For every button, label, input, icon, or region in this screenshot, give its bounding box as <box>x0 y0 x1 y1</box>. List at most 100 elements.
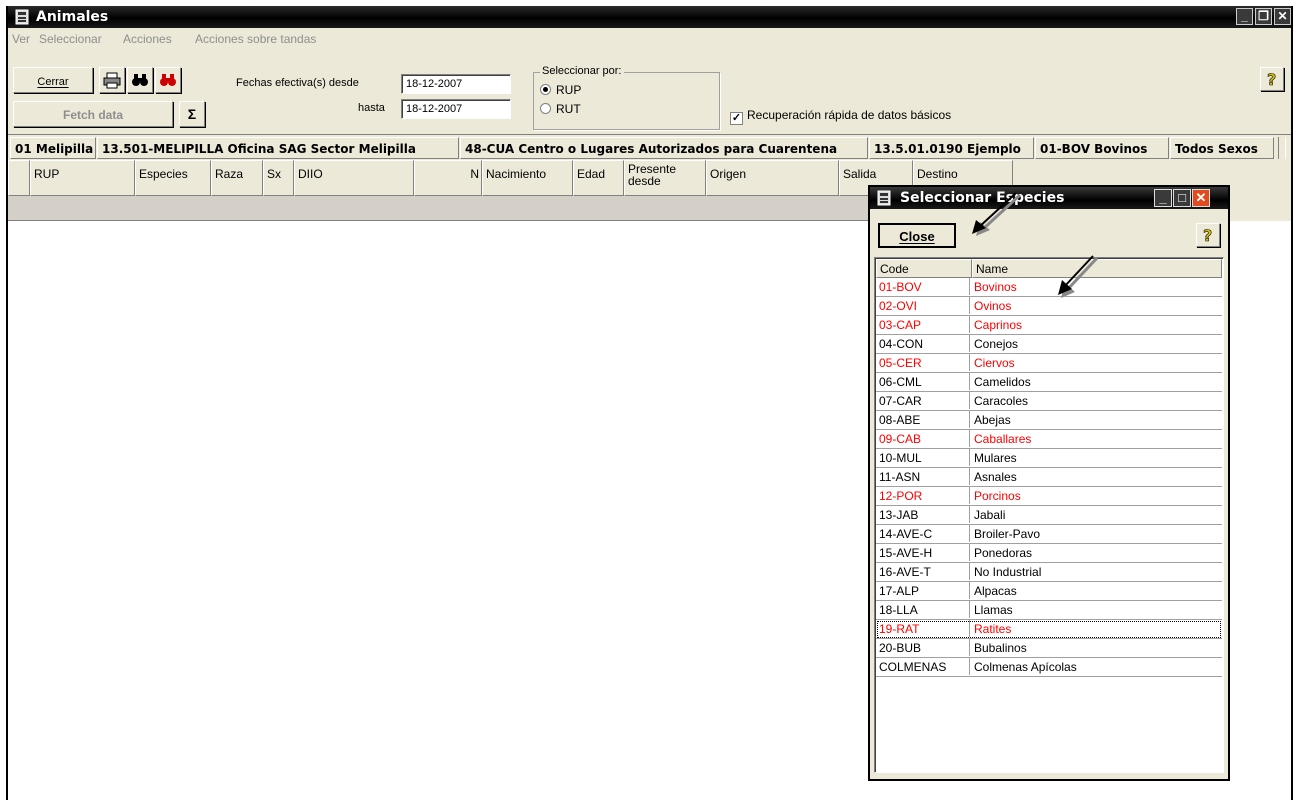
col-presente-desde[interactable]: Presente desde <box>624 160 706 196</box>
dialog-maximize-icon[interactable]: □ <box>1173 189 1191 207</box>
list-item[interactable]: 11-ASN Asnales <box>876 468 1222 487</box>
binoculars-icon <box>132 74 148 86</box>
col-sx[interactable]: Sx <box>263 160 294 196</box>
restore-icon[interactable]: ❐ <box>1255 8 1272 25</box>
sum-button[interactable]: Σ <box>179 101 205 127</box>
cerrar-button[interactable]: Cerrar <box>13 67 93 93</box>
list-item[interactable]: 13-JAB Jabali <box>876 506 1222 525</box>
species-name: Abejas <box>974 413 1011 427</box>
col-nacimiento[interactable]: Nacimiento <box>482 160 573 196</box>
species-code: 12-POR <box>876 487 970 504</box>
minimize-icon[interactable]: _ <box>1236 8 1253 25</box>
list-item[interactable]: 10-MUL Mulares <box>876 449 1222 468</box>
species-code: 02-OVI <box>876 297 970 314</box>
species-name: Bubalinos <box>974 641 1027 655</box>
svg-text:?: ? <box>1203 226 1212 244</box>
col-especies[interactable]: Especies <box>135 160 211 196</box>
list-item[interactable]: 08-ABE Abejas <box>876 411 1222 430</box>
species-code: 04-CON <box>876 335 970 352</box>
fetch-data-button[interactable]: Fetch data <box>13 101 173 127</box>
arrow-annotation-icon <box>1058 255 1099 298</box>
list-item[interactable]: 02-OVI Ovinos <box>876 297 1222 316</box>
list-item[interactable]: 16-AVE-T No Industrial <box>876 563 1222 582</box>
menu-acciones-tandas[interactable]: Acciones sobre tandas <box>195 32 316 46</box>
info-oficina: 13.501-MELIPILLA Oficina SAG Sector Meli… <box>97 137 459 159</box>
menu-acciones[interactable]: Acciones <box>123 32 172 46</box>
help-icon: ? <box>1267 70 1277 90</box>
dialog-minimize-icon[interactable]: _ <box>1154 189 1172 207</box>
list-item[interactable]: 17-ALP Alpacas <box>876 582 1222 601</box>
printer-icon <box>103 72 121 89</box>
species-name: Llamas <box>974 603 1013 617</box>
list-item[interactable]: 14-AVE-C Broiler-Pavo <box>876 525 1222 544</box>
species-code: 16-AVE-T <box>876 563 970 580</box>
info-splitter[interactable] <box>1278 137 1286 159</box>
list-item[interactable]: 03-CAP Caprinos <box>876 316 1222 335</box>
svg-text:?: ? <box>1267 70 1276 88</box>
species-code: 01-BOV <box>876 278 970 295</box>
fechas-label: Fechas efectiva(s) desde <box>236 77 359 89</box>
list-item[interactable]: 01-BOV Bovinos <box>876 278 1222 297</box>
col-origen[interactable]: Origen <box>706 160 839 196</box>
fecha-hasta-input[interactable]: 18-12-2007 <box>401 99 511 119</box>
menu-ver[interactable]: Ver <box>12 32 30 46</box>
species-name: Mulares <box>974 451 1017 465</box>
list-item[interactable]: 04-CON Conejos <box>876 335 1222 354</box>
list-item[interactable]: 05-CER Ciervos <box>876 354 1222 373</box>
find-next-button[interactable] <box>155 67 181 93</box>
fecha-desde-input[interactable]: 18-12-2007 <box>401 74 511 94</box>
col-rup[interactable]: RUP <box>30 160 135 196</box>
close-icon[interactable]: ✕ <box>1274 8 1291 25</box>
list-item[interactable]: 18-LLA Llamas <box>876 601 1222 620</box>
close-button[interactable]: Close <box>878 223 956 248</box>
species-code: 20-BUB <box>876 639 970 656</box>
list-item[interactable]: 20-BUB Bubalinos <box>876 639 1222 658</box>
list-item[interactable]: 19-RAT Ratites <box>876 620 1222 639</box>
col-n[interactable]: N <box>414 160 482 196</box>
seleccionar-por-group: Seleccionar por: RUP RUT <box>533 65 720 130</box>
list-item[interactable]: 12-POR Porcinos <box>876 487 1222 506</box>
species-name: Caprinos <box>974 318 1023 332</box>
radio-rup[interactable]: RUP <box>540 83 581 97</box>
seleccionar-especies-dialog: Seleccionar Especies _ □ ✕ Close ? Code … <box>868 185 1230 781</box>
col-code[interactable]: Code <box>876 259 972 278</box>
list-item[interactable]: 07-CAR Caracoles <box>876 392 1222 411</box>
col-edad[interactable]: Edad <box>573 160 624 196</box>
info-tipo: 48-CUA Centro o Lugares Autorizados para… <box>460 137 868 159</box>
list-item[interactable]: COLMENAS Colmenas Apícolas <box>876 658 1222 677</box>
dialog-title-bar: Seleccionar Especies _ □ ✕ <box>870 187 1228 209</box>
especies-list[interactable]: Code Name 01-BOV Bovinos 02-OVI Ovinos 03-CA… <box>874 257 1224 773</box>
menu-seleccionar[interactable]: Seleccionar <box>39 32 102 46</box>
toolbar: Cerrar Fetch data Σ Fechas efectiva(s) d… <box>8 48 1291 132</box>
col-diio[interactable]: DIIO <box>294 160 414 196</box>
species-name: Asnales <box>974 470 1017 484</box>
species-name: Bovinos <box>974 280 1017 294</box>
list-item[interactable]: 06-CML Camelidos <box>876 373 1222 392</box>
species-name: Colmenas Apícolas <box>974 660 1077 674</box>
app-icon <box>15 9 29 25</box>
species-code: 19-RAT <box>876 620 970 637</box>
species-name: Ratites <box>974 622 1012 636</box>
species-code: 15-AVE-H <box>876 544 970 561</box>
radio-rup-indicator <box>540 84 551 95</box>
help-button[interactable]: ? <box>1260 67 1284 91</box>
species-name: Alpacas <box>974 584 1017 598</box>
list-item[interactable]: 15-AVE-H Ponedoras <box>876 544 1222 563</box>
dialog-close-icon[interactable]: ✕ <box>1192 189 1210 207</box>
dialog-app-icon <box>877 190 891 206</box>
recuperacion-checkbox[interactable]: ✓ Recuperación rápida de datos básicos <box>730 108 951 125</box>
col-raza[interactable]: Raza <box>211 160 263 196</box>
hasta-label: hasta <box>358 102 385 114</box>
species-code: 05-CER <box>876 354 970 371</box>
grid-empty-row[interactable] <box>8 196 908 221</box>
list-item[interactable]: 09-CAB Caballares <box>876 430 1222 449</box>
radio-rut[interactable]: RUT <box>540 102 581 116</box>
dialog-help-button[interactable]: ? <box>1196 223 1220 247</box>
species-code: 08-ABE <box>876 411 970 428</box>
species-name: Caballares <box>974 432 1032 446</box>
species-name: Camelidos <box>974 375 1031 389</box>
species-name: Jabali <box>974 508 1006 522</box>
find-button[interactable] <box>127 67 153 93</box>
print-button[interactable] <box>99 67 125 93</box>
species-code: 14-AVE-C <box>876 525 970 542</box>
